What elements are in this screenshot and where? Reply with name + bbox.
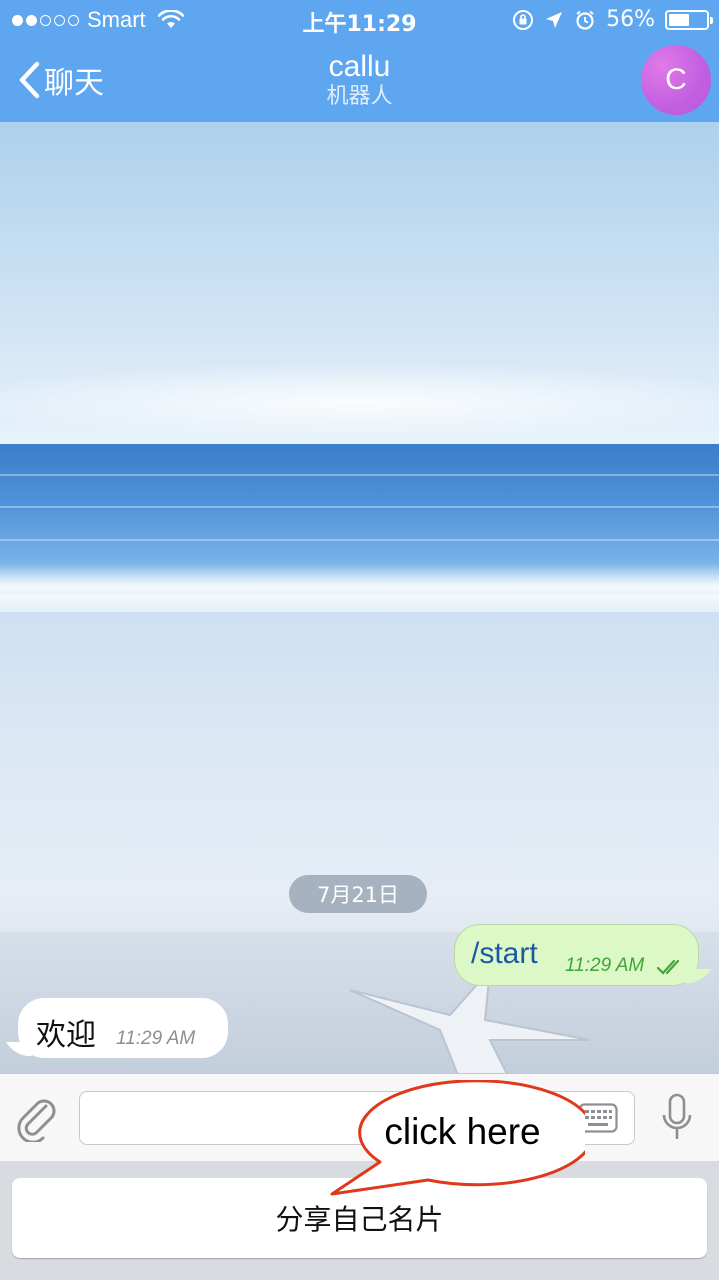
chat-subtitle: 机器人 bbox=[326, 84, 393, 109]
back-button-label: 聊天 bbox=[44, 66, 104, 101]
date-chip: 7月21日 bbox=[289, 875, 427, 913]
message-time: 11:29 AM bbox=[116, 1028, 196, 1049]
microphone-icon[interactable] bbox=[660, 1093, 694, 1143]
chat-header: Smart 上午11:29 56% 聊天 callu 机器人 C bbox=[0, 0, 719, 122]
double-check-icon bbox=[656, 959, 680, 975]
callout-text: click here bbox=[384, 1111, 541, 1152]
status-bar: Smart 上午11:29 56% bbox=[0, 0, 719, 40]
incoming-message[interactable]: 欢迎 11:29 AM bbox=[18, 998, 228, 1058]
battery-percent: 56% bbox=[606, 7, 655, 32]
chat-area[interactable]: 7月21日 /start 11:29 AM 欢迎 11:29 AM bbox=[0, 122, 719, 1073]
paperclip-icon[interactable] bbox=[16, 1094, 60, 1142]
battery-icon bbox=[665, 9, 713, 30]
chevron-left-icon bbox=[19, 61, 40, 99]
chat-title-block[interactable]: callu 机器人 bbox=[0, 50, 719, 110]
bot-avatar[interactable]: C bbox=[641, 45, 711, 115]
message-text: 欢迎 bbox=[36, 1018, 96, 1053]
rotation-lock-icon bbox=[513, 9, 534, 30]
back-button[interactable]: 聊天 bbox=[18, 60, 104, 101]
chat-title: callu bbox=[328, 50, 391, 83]
outgoing-message[interactable]: /start 11:29 AM bbox=[454, 924, 699, 986]
message-text: /start bbox=[471, 937, 538, 970]
message-time: 11:29 AM bbox=[565, 955, 645, 976]
status-bar-right: 56% bbox=[512, 7, 713, 32]
alarm-icon bbox=[576, 10, 594, 30]
location-arrow-icon bbox=[546, 11, 563, 28]
